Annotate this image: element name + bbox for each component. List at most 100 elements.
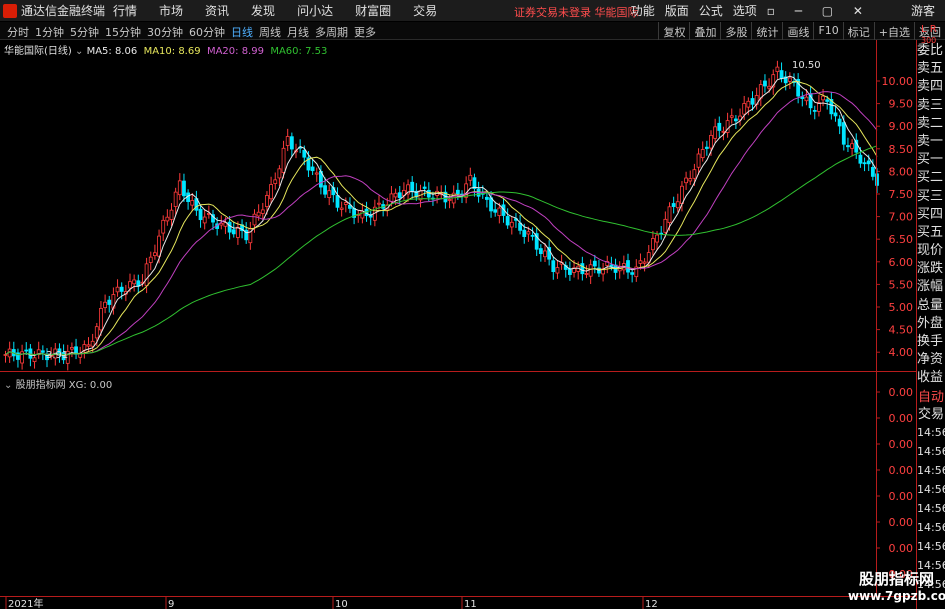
chevron-down-icon[interactable]: ⌄ <box>4 380 12 391</box>
kline-chart[interactable]: 10.00 9.50 9.00 8.50 8.00 7.50 7.00 6.50 6.00 5.5… <box>0 0 945 609</box>
side-item-change-pct[interactable]: 涨幅 <box>917 278 945 296</box>
indicator-tick-label: 0.00 <box>889 542 914 555</box>
candle-body <box>389 193 394 202</box>
candle-body <box>667 206 672 224</box>
candle-body <box>397 192 402 199</box>
indicator-tick-label: 0.00 <box>889 490 914 503</box>
tick-time: 14:56 <box>917 502 945 515</box>
side-item-buy2[interactable]: 买二 <box>917 169 945 187</box>
candle-body <box>821 95 825 101</box>
watermark-url: www.7gpzb.com <box>848 589 945 603</box>
candle-body <box>709 134 713 149</box>
trade-label[interactable]: 交易 <box>918 403 944 422</box>
candle-body <box>190 200 195 206</box>
candle-body <box>484 196 489 200</box>
price-tick-label: 4.00 <box>889 346 914 359</box>
candle-body <box>684 177 688 184</box>
candle-body <box>455 189 460 195</box>
candle-body <box>692 169 697 179</box>
date-label: 12 <box>645 599 658 609</box>
side-item-weibi[interactable]: 委比 <box>917 42 945 60</box>
candle-body <box>655 234 659 243</box>
price-tick-label: 7.50 <box>889 188 914 201</box>
candle-body <box>169 209 174 220</box>
side-item-netasset[interactable]: 净资 <box>917 351 945 369</box>
side-item-sell3[interactable]: 卖三 <box>917 97 945 115</box>
side-item-buy4[interactable]: 买四 <box>917 206 945 224</box>
candle-body <box>758 84 763 99</box>
side-item-buy5[interactable]: 买五 <box>917 224 945 242</box>
candle-body <box>323 185 327 195</box>
candle-body <box>779 70 784 79</box>
candle-body <box>40 350 45 353</box>
side-item-buy1[interactable]: 买一 <box>917 151 945 169</box>
candle-body <box>314 172 319 175</box>
candle-body <box>260 209 265 214</box>
candle-body <box>584 273 589 275</box>
candle-body <box>642 261 647 264</box>
chart-right-border <box>876 40 877 596</box>
side-item-turnover[interactable]: 换手 <box>917 333 945 351</box>
candle-body <box>277 168 282 179</box>
candle-body <box>265 195 269 207</box>
candle-body <box>285 136 290 146</box>
candle-body <box>530 234 535 237</box>
price-tick-label: 6.50 <box>889 233 914 246</box>
side-item-earnings[interactable]: 收益 <box>917 369 945 387</box>
side-item-buy3[interactable]: 买三 <box>917 188 945 206</box>
side-item-sell4[interactable]: 卖四 <box>917 78 945 96</box>
tick-time: 14:56 <box>917 521 945 534</box>
candle-body <box>32 357 37 362</box>
candle-body <box>132 279 137 285</box>
candle-body <box>281 147 286 173</box>
candle-body <box>505 216 510 226</box>
side-item-outer[interactable]: 外盘 <box>917 315 945 333</box>
side-item-volume[interactable]: 总量 <box>917 297 945 315</box>
candle-body <box>252 213 257 226</box>
low-price-label: 3.91 <box>46 350 68 361</box>
candle-body <box>144 263 149 287</box>
candle-body <box>447 199 452 201</box>
candle-body <box>148 256 153 263</box>
side-item-sell2[interactable]: 卖二 <box>917 115 945 133</box>
indicator-title[interactable]: 股朋指标网 <box>16 380 66 391</box>
candle-body <box>787 77 792 82</box>
candle-body <box>580 263 585 275</box>
candle-body <box>310 166 315 172</box>
candle-body <box>393 192 398 198</box>
tick-time: 14:56 <box>917 483 945 496</box>
candle-body <box>377 202 381 205</box>
candle-body <box>663 218 668 233</box>
price-tick-label: 5.00 <box>889 301 914 314</box>
price-tick-label: 9.50 <box>889 98 914 111</box>
candle-body <box>638 260 643 264</box>
candle-body <box>3 354 8 356</box>
candle-body <box>161 219 166 234</box>
side-item-price[interactable]: 现价 <box>917 242 945 260</box>
high-price-label: 10.50 <box>792 60 821 71</box>
side-item-change[interactable]: 涨跌 <box>917 260 945 278</box>
side-item-sell1[interactable]: 卖一 <box>917 133 945 151</box>
candle-body <box>198 208 203 221</box>
candle-body <box>526 231 531 235</box>
candle-body <box>862 162 867 165</box>
price-tick-label: 6.00 <box>889 256 914 269</box>
candle-body <box>99 308 103 331</box>
date-label: 11 <box>464 599 477 609</box>
candle-body <box>493 209 498 213</box>
candle-body <box>128 281 132 289</box>
side-item-sell5[interactable]: 卖五 <box>917 60 945 78</box>
candle-body <box>302 149 307 158</box>
candle-body <box>812 110 817 112</box>
panel-divider <box>0 371 917 372</box>
candle-body <box>107 299 112 305</box>
ma60-line <box>5 145 878 356</box>
candle-body <box>750 98 755 105</box>
candle-body <box>775 66 780 72</box>
candle-body <box>231 229 236 235</box>
candle-body <box>86 344 91 347</box>
candle-body <box>343 202 348 205</box>
candle-body <box>202 216 207 224</box>
candle-body <box>115 286 120 293</box>
candle-body <box>763 80 767 87</box>
